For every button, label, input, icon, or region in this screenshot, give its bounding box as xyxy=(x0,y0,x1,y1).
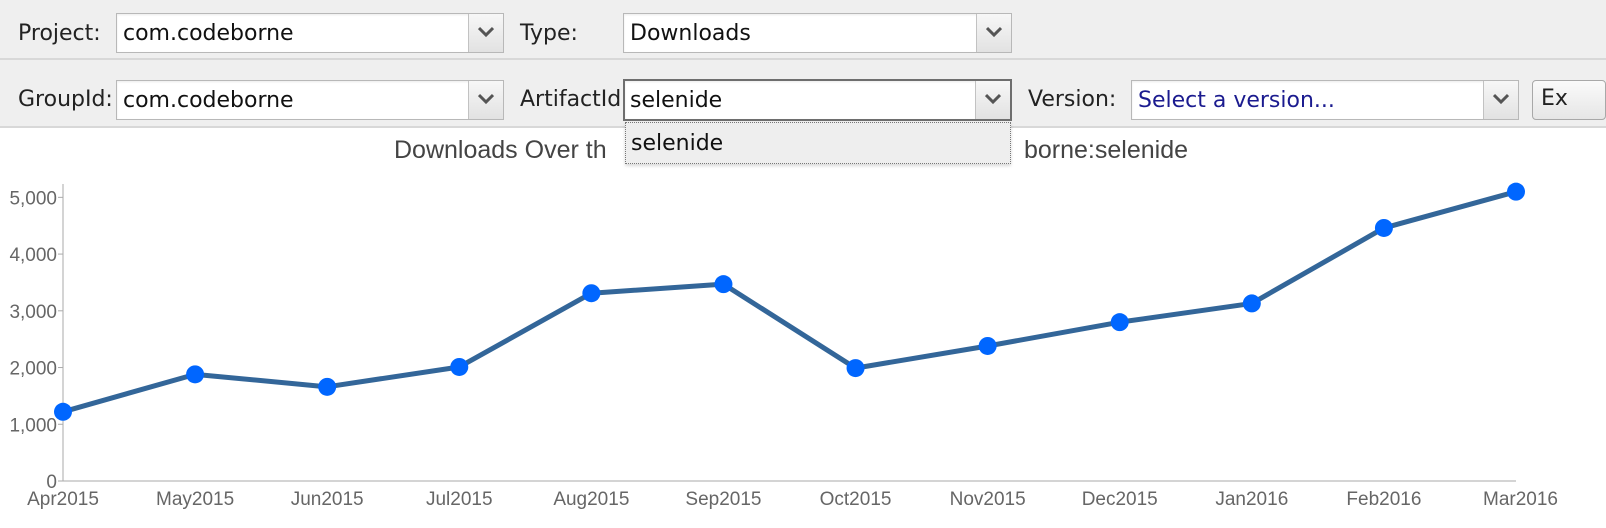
x-tick-label: Mar2016 xyxy=(1483,489,1558,510)
data-point[interactable] xyxy=(1242,294,1261,313)
chart-title: Downloads Over th xyxy=(394,136,607,164)
project-dropdown-button[interactable] xyxy=(468,14,503,52)
downloads-series xyxy=(54,182,1525,421)
series-line xyxy=(62,189,1517,415)
data-point[interactable] xyxy=(1110,313,1129,332)
project-label: Project: xyxy=(18,21,101,46)
artifactid-value: selenide xyxy=(630,88,723,113)
data-point[interactable] xyxy=(1374,218,1393,237)
chevron-down-icon xyxy=(985,93,1001,105)
artifactid-label: ArtifactId: xyxy=(520,87,629,112)
data-point[interactable] xyxy=(450,357,469,376)
type-dropdown-button[interactable] xyxy=(976,14,1011,52)
downloads-chart: Downloads Over th borne:selenide 01,0002… xyxy=(9,136,1558,510)
chevron-down-icon xyxy=(1493,93,1509,105)
data-point[interactable] xyxy=(978,336,997,355)
y-tick-label: 1,000 xyxy=(9,415,57,436)
y-tick-label: 5,000 xyxy=(9,188,57,209)
groupid-dropdown-button[interactable] xyxy=(468,81,503,119)
y-tick-label: 3,000 xyxy=(9,302,57,323)
data-point[interactable] xyxy=(54,402,72,421)
data-point[interactable] xyxy=(318,377,337,396)
x-tick-label: Sep2015 xyxy=(685,489,761,510)
x-tick-label: May2015 xyxy=(156,489,234,510)
chart-title-tail: borne:selenide xyxy=(1024,136,1188,164)
project-value: com.codeborne xyxy=(123,21,294,46)
chart-axes xyxy=(62,184,1516,482)
x-tick-label: Nov2015 xyxy=(950,489,1026,510)
type-value: Downloads xyxy=(630,21,751,46)
x-axis-ticks: Apr2015 May2015 Jun2015 Jul2015 Aug2015 Sep20… xyxy=(27,489,1558,510)
artifact-toolbar: GroupId: com.codeborne ArtifactId: selen… xyxy=(0,60,1606,128)
version-dropdown-button[interactable] xyxy=(1483,81,1518,119)
x-tick-label: Oct2015 xyxy=(820,489,892,510)
y-axis-ticks: 01,0002,0003,0004,0005,000 xyxy=(9,188,63,493)
y-tick-label: 2,000 xyxy=(9,359,57,380)
data-point[interactable] xyxy=(582,284,601,303)
x-tick-label: Feb2016 xyxy=(1346,489,1421,510)
artifactid-dropdown-list: selenide xyxy=(625,122,1011,164)
export-button[interactable]: Ex xyxy=(1532,80,1606,120)
y-tick-label: 4,000 xyxy=(9,245,57,266)
version-label: Version: xyxy=(1028,87,1117,112)
artifactid-combobox[interactable]: selenide xyxy=(623,79,1012,121)
project-combobox[interactable]: com.codeborne xyxy=(116,13,504,53)
chevron-down-icon xyxy=(478,93,494,105)
x-tick-label: Aug2015 xyxy=(553,489,629,510)
data-point[interactable] xyxy=(846,359,865,378)
groupid-label: GroupId: xyxy=(18,87,113,112)
x-tick-label: Jan2016 xyxy=(1215,489,1288,510)
groupid-combobox[interactable]: com.codeborne xyxy=(116,80,504,120)
chevron-down-icon xyxy=(478,26,494,38)
x-tick-label: Jun2015 xyxy=(291,489,364,510)
data-point[interactable] xyxy=(186,365,205,384)
chevron-down-icon xyxy=(986,26,1002,38)
x-tick-label: Dec2015 xyxy=(1082,489,1158,510)
version-combobox[interactable]: Select a version... xyxy=(1131,80,1519,120)
type-combobox[interactable]: Downloads xyxy=(623,13,1012,53)
x-tick-label: Apr2015 xyxy=(27,489,99,510)
version-placeholder: Select a version... xyxy=(1138,88,1335,113)
data-point[interactable] xyxy=(1507,182,1525,201)
data-point[interactable] xyxy=(714,275,733,294)
x-tick-label: Jul2015 xyxy=(426,489,493,510)
project-toolbar: Project: com.codeborne Type: Downloads xyxy=(0,0,1606,60)
type-label: Type: xyxy=(520,21,578,46)
dropdown-option-selenide[interactable]: selenide xyxy=(631,129,723,159)
artifactid-dropdown-button[interactable] xyxy=(975,81,1010,119)
groupid-value: com.codeborne xyxy=(123,88,294,113)
